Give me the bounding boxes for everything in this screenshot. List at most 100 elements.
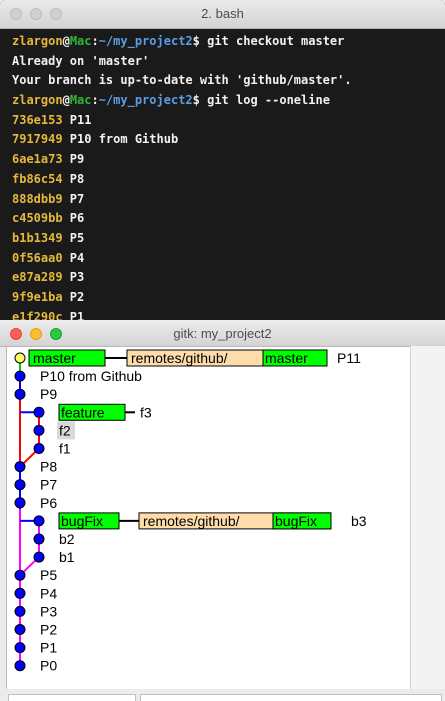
commit-dot[interactable] [33,515,45,527]
terminal-text: Already on 'master' [12,53,150,68]
commit-message-label[interactable]: P5 [40,567,57,583]
bottom-panes [0,689,445,701]
terminal-output[interactable]: zlargon@Mac:~/my_project2$ git checkout … [0,29,445,320]
remote-tag-master-branch-label[interactable]: master [265,350,308,366]
commit-dot[interactable] [14,605,26,617]
terminal-line: c4509bb P6 [12,209,445,229]
commit-message-label[interactable]: P8 [40,459,57,475]
terminal-text: P3 [62,270,85,285]
terminal-text: 888dbb9 [12,191,63,206]
terminal-text: : [91,34,99,48]
terminal-line: 9f9e1ba P2 [12,288,445,308]
commit-message-label[interactable]: P10 from Github [40,368,142,384]
commit-dot[interactable] [14,497,26,509]
commit-message-label[interactable]: P0 [40,658,57,674]
terminal-text: e87a289 [12,270,63,285]
terminal-text: $ git checkout master [192,34,345,48]
commit-dot[interactable] [33,424,45,436]
commit-message-label[interactable]: P2 [40,622,57,638]
terminal-window: 2. bash zlargon@Mac:~/my_project2$ git c… [0,0,445,320]
terminal-titlebar: 2. bash [0,0,445,29]
terminal-text: P6 [62,211,85,226]
commit-message-label[interactable]: f3 [140,404,152,420]
terminal-text: P9 [62,152,85,167]
commit-message-label[interactable]: P7 [40,477,57,493]
terminal-text: 736e153 [12,112,63,127]
commit-graph[interactable]: master remotes/github/master feature bugFix… [7,347,411,690]
commit-message-label[interactable]: f1 [59,441,71,457]
terminal-text: 0f56aa0 [12,250,63,265]
terminal-line: zlargon@Mac:~/my_project2$ git checkout … [12,32,445,52]
terminal-text: @ [62,93,70,108]
commit-message-label[interactable]: P4 [40,585,57,601]
terminal-line: b1b1349 P5 [12,229,445,249]
terminal-text: e1f290c [12,309,63,320]
terminal-text: 7917949 [12,132,63,147]
commit-dot[interactable] [14,642,26,654]
terminal-text: 9f9e1ba [12,289,63,304]
gitk-window: gitk: my_project2 master remotes/github/m… [0,322,445,701]
terminal-text: P1 [62,309,85,320]
terminal-line: 6ae1a73 P9 [12,150,445,170]
commit-dot[interactable] [14,388,26,400]
terminal-text: P8 [62,171,85,186]
terminal-line: Your branch is up-to-date with 'github/m… [12,71,445,91]
remote-tag-bugfix-label[interactable]: remotes/github/ [143,513,240,529]
terminal-line: e1f290c P1 [12,308,445,320]
terminal-text: @ [62,34,70,48]
commit-message-label[interactable]: f2 [59,422,71,438]
terminal-line: 7917949 P10 from Github [12,130,445,150]
branch-tag-feature-label[interactable]: feature [61,404,105,420]
terminal-text: P5 [62,230,85,245]
commit-message-label[interactable]: P1 [40,640,57,656]
terminal-text: $ git log --oneline [192,93,330,108]
commit-dot[interactable] [14,660,26,672]
commit-dot[interactable] [14,624,26,635]
commit-message-label[interactable]: P11 [337,350,361,366]
terminal-text: fb86c54 [12,171,63,186]
terminal-text: P4 [62,250,85,265]
commit-dot[interactable] [33,406,45,418]
commit-dot[interactable] [14,587,26,599]
commit-message-label[interactable]: P9 [40,386,57,402]
commit-dot[interactable] [33,551,45,563]
terminal-line: Already on 'master' [12,52,445,72]
terminal-text: Your branch is up-to-date with 'github/m… [12,73,352,88]
terminal-text: : [91,93,99,108]
terminal-line: zlargon@Mac:~/my_project2$ git log --one… [12,91,445,111]
branch-tag-bugfix-label[interactable]: bugFix [61,513,103,529]
branch-tag-master-label[interactable]: master [33,350,76,366]
commit-message-label[interactable]: P3 [40,603,57,619]
terminal-text: Mac [69,93,92,108]
commit-dot[interactable] [33,533,45,545]
commit-graph-pane[interactable]: master remotes/github/master feature bugFix… [6,346,412,691]
date-pane[interactable] [140,694,442,701]
commit-message-label[interactable]: b3 [351,513,367,529]
terminal-text: b1b1349 [12,230,63,245]
remote-tag-bugfix-branch-label[interactable]: bugFix [275,513,317,529]
author-pane[interactable] [8,694,136,701]
remote-tag-master-label[interactable]: remotes/github/ [131,350,228,366]
terminal-text: P2 [62,289,85,304]
commit-dot[interactable] [14,479,26,491]
commit-message-label[interactable]: b1 [59,549,75,565]
commit-dot[interactable] [33,443,45,454]
terminal-text: P10 from Github [62,132,179,147]
terminal-line: 0f56aa0 P4 [12,249,445,269]
commit-dot[interactable] [14,569,26,581]
commit-message-label[interactable]: P6 [40,495,57,511]
terminal-line: 736e153 P11 [12,111,445,131]
terminal-line: fb86c54 P8 [12,170,445,190]
terminal-text: P11 [62,112,92,127]
terminal-line: 888dbb9 P7 [12,190,445,210]
commit-message-label[interactable]: b2 [59,531,75,547]
commit-dot[interactable] [14,461,26,473]
vertical-scrollbar[interactable] [410,346,445,689]
terminal-title: 2. bash [201,6,244,21]
commit-dot[interactable] [14,352,26,364]
terminal-text: c4509bb [12,211,63,226]
terminal-text: P7 [62,191,85,206]
terminal-text: ~/my_project2 [98,34,193,48]
commit-dot[interactable] [14,370,26,382]
bugfix-edge [19,520,40,576]
